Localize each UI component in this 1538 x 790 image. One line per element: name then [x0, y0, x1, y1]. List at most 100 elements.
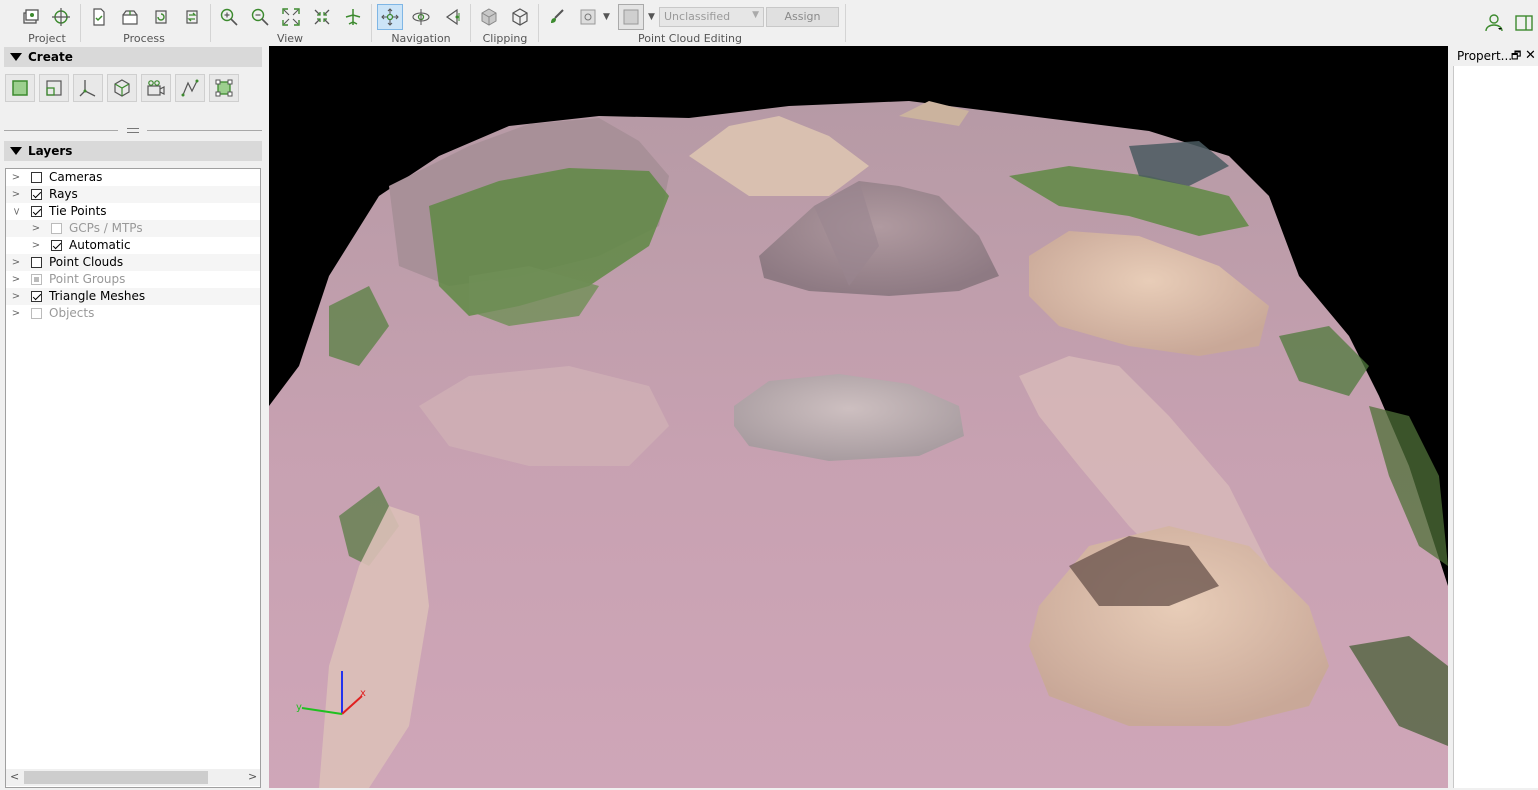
main-toolbar: Project Process View Navigation Clipping… [0, 0, 1538, 46]
selection-mode-button[interactable] [575, 4, 601, 30]
project-target-button[interactable] [48, 4, 74, 30]
layer-row-triangle-meshes[interactable]: > Triangle Meshes [6, 288, 260, 305]
close-icon[interactable]: ✕ [1525, 46, 1536, 66]
document-check-icon [93, 8, 105, 26]
layer-row-tie-points[interactable]: > Tie Points [6, 203, 260, 220]
create-panel-title: Create [28, 50, 73, 64]
layer-label: Rays [49, 187, 78, 201]
user-account-button[interactable] [1481, 10, 1507, 36]
layers-panel-header[interactable]: Layers [4, 141, 262, 161]
layer-checkbox[interactable] [31, 257, 42, 268]
create-area-button[interactable] [5, 74, 35, 102]
layers-tree[interactable]: > Cameras > Rays > Tie Points > GCPs / M… [5, 168, 261, 788]
camera-icon [147, 80, 165, 96]
create-coordinate-system-button[interactable] [73, 74, 103, 102]
layer-checkbox[interactable] [31, 206, 42, 217]
selection-dropdown-arrow[interactable]: ▼ [603, 12, 610, 22]
airplane-icon [345, 9, 361, 25]
zoom-in-icon [220, 8, 238, 26]
frame-icon [46, 80, 62, 96]
pan-navigation-button[interactable] [377, 4, 403, 30]
layer-checkbox[interactable] [31, 308, 42, 319]
layer-checkbox[interactable] [31, 274, 42, 285]
chevron-right-icon[interactable]: > [10, 305, 22, 322]
layer-checkbox[interactable] [51, 240, 62, 251]
layer-label: Point Groups [49, 272, 126, 286]
panel-layout-button[interactable] [1511, 10, 1537, 36]
color-swatch-icon [623, 9, 639, 25]
chevron-right-icon[interactable]: > [10, 169, 22, 186]
project-layers-icon [23, 9, 39, 24]
polyline-icon [181, 79, 199, 97]
layer-row-rays[interactable]: > Rays [6, 186, 260, 203]
create-camera-button[interactable] [141, 74, 171, 102]
3d-viewport[interactable]: x y [269, 46, 1448, 788]
refresh-icon [155, 10, 167, 24]
layer-label: Tie Points [49, 204, 107, 218]
toolbar-separator [80, 4, 81, 42]
clip-box-button[interactable] [476, 4, 502, 30]
layer-row-gcps[interactable]: > GCPs / MTPs [6, 220, 260, 237]
orbit-navigation-button[interactable] [408, 4, 434, 30]
process-document-button[interactable] [86, 4, 112, 30]
zoom-extents-button[interactable] [278, 4, 304, 30]
layers-horizontal-scrollbar[interactable]: < > [6, 769, 260, 786]
classification-select[interactable]: Unclassified ▼ [659, 7, 764, 27]
cube-icon [114, 79, 130, 97]
create-region-button[interactable] [209, 74, 239, 102]
splitter-handle[interactable] [127, 128, 139, 133]
clip-outline-button[interactable] [507, 4, 533, 30]
chevron-right-icon[interactable]: > [10, 271, 22, 288]
zoom-selection-button[interactable] [309, 4, 335, 30]
create-panel-header[interactable]: Create [4, 47, 262, 67]
chevron-down-icon[interactable]: > [8, 206, 25, 218]
layer-row-objects[interactable]: > Objects [6, 305, 260, 322]
float-panel-icon[interactable]: 🗗 [1511, 46, 1521, 66]
sync-icon [186, 10, 198, 24]
class-color-button[interactable] [618, 4, 644, 30]
expand-icon [282, 8, 300, 26]
flight-view-button[interactable] [340, 4, 366, 30]
collapse-icon [314, 9, 330, 25]
layer-checkbox[interactable] [31, 189, 42, 200]
layer-row-cameras[interactable]: > Cameras [6, 169, 260, 186]
layer-row-point-clouds[interactable]: > Point Clouds [6, 254, 260, 271]
process-refresh-button[interactable] [148, 4, 174, 30]
toolbar-separator [210, 4, 211, 42]
toolbar-separator [371, 4, 372, 42]
axis-gizmo: x y [296, 671, 366, 715]
layer-checkbox[interactable] [31, 291, 42, 302]
move-arrows-icon [381, 8, 399, 26]
classification-value: Unclassified [664, 10, 731, 23]
sidebar-layout-icon [1515, 15, 1533, 31]
scrollbar-thumb[interactable] [24, 771, 208, 784]
create-box-button[interactable] [107, 74, 137, 102]
scroll-left-icon[interactable]: < [10, 770, 19, 783]
brush-button[interactable] [544, 4, 570, 30]
axes-icon [79, 80, 96, 97]
fly-navigation-button[interactable] [439, 4, 465, 30]
collapse-triangle-icon [10, 147, 22, 155]
class-color-dropdown-arrow[interactable]: ▼ [648, 12, 655, 22]
assign-button[interactable]: Assign [766, 7, 839, 27]
layer-row-automatic[interactable]: > Automatic [6, 237, 260, 254]
zoom-out-button[interactable] [247, 4, 273, 30]
axis-y-label: y [296, 702, 302, 713]
group-label-editing: Point Cloud Editing [637, 32, 743, 45]
view-cone-icon [445, 8, 460, 26]
chevron-right-icon[interactable]: > [30, 220, 42, 237]
chevron-right-icon[interactable]: > [10, 254, 22, 271]
layer-row-point-groups[interactable]: > Point Groups [6, 271, 260, 288]
chevron-right-icon[interactable]: > [10, 288, 22, 305]
create-frame-button[interactable] [39, 74, 69, 102]
zoom-in-button[interactable] [216, 4, 242, 30]
process-box-button[interactable] [117, 4, 143, 30]
project-layers-button[interactable] [17, 4, 43, 30]
create-polyline-button[interactable] [175, 74, 205, 102]
chevron-right-icon[interactable]: > [30, 237, 42, 254]
scroll-right-icon[interactable]: > [248, 770, 257, 783]
process-sync-button[interactable] [179, 4, 205, 30]
layer-checkbox[interactable] [51, 223, 62, 234]
chevron-right-icon[interactable]: > [10, 186, 22, 203]
layer-checkbox[interactable] [31, 172, 42, 183]
